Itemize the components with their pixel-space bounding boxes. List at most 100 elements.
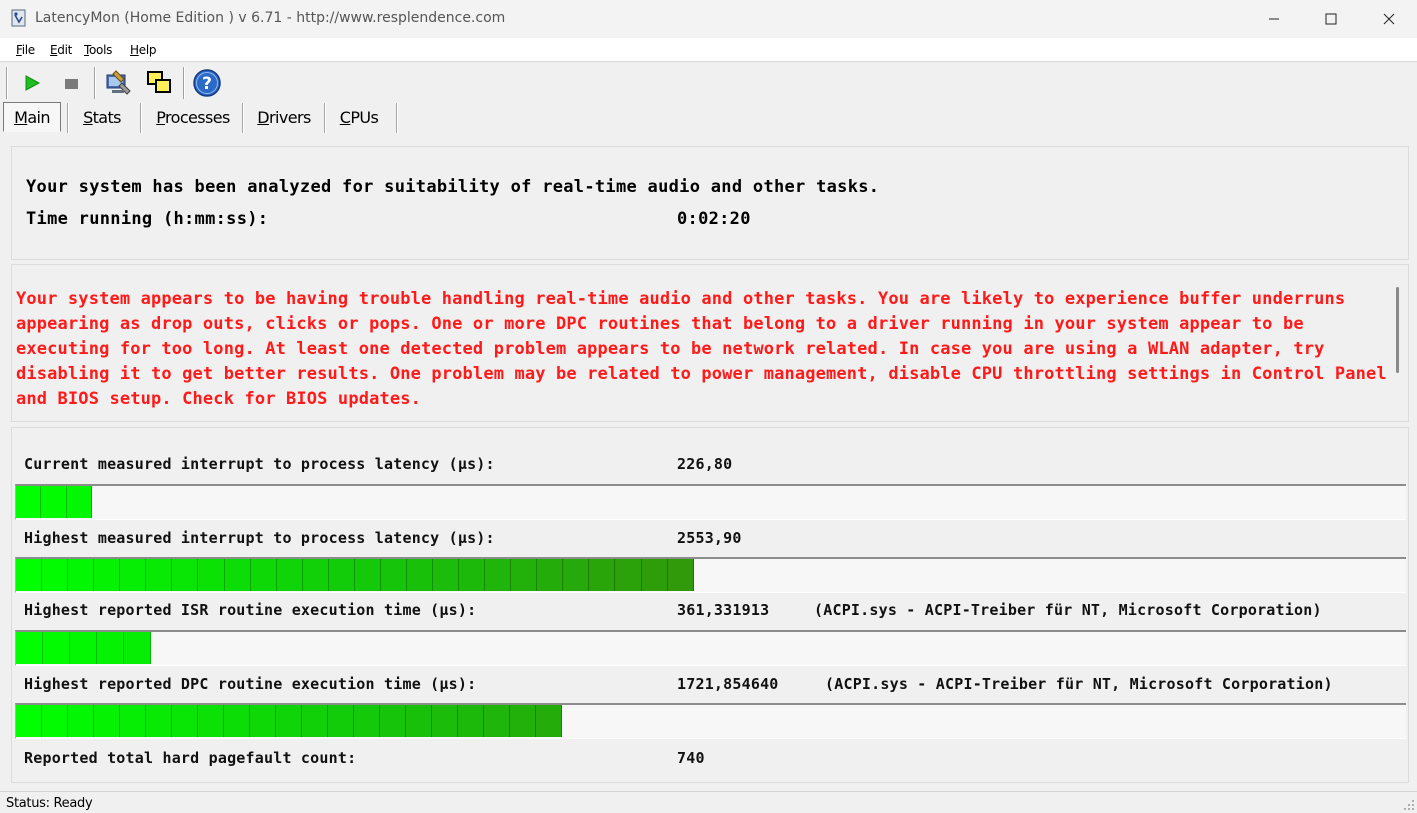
bar-segment: [484, 705, 510, 737]
toolbar-grip: [6, 67, 8, 99]
bar-segment: [511, 559, 538, 591]
tab-separator: [324, 103, 326, 133]
tab-processes-label: Processes: [156, 107, 230, 127]
highest-latency-value: 2553,90: [677, 529, 742, 547]
bar-segment: [302, 559, 329, 591]
bar-segment: [485, 559, 512, 591]
bar-segment: [198, 559, 225, 591]
dpc-time-label: Highest reported DPC routine execution t…: [24, 675, 477, 693]
settings-button[interactable]: [102, 67, 134, 99]
minimize-icon: [1269, 18, 1279, 20]
bar-segment: [302, 705, 328, 737]
current-latency-bar-fill: [16, 486, 92, 518]
analysis-status-text: Your system has been analyzed for suitab…: [26, 177, 880, 197]
dpc-time-bar-fill: [16, 705, 562, 737]
menu-file[interactable]: File: [16, 43, 35, 57]
tab-separator: [140, 103, 142, 133]
tab-separator: [396, 103, 398, 133]
bar-segment: [198, 705, 224, 737]
current-latency-value: 226,80: [677, 455, 733, 473]
bar-segment: [43, 632, 70, 664]
highest-latency-label: Highest measured interrupt to process la…: [24, 529, 495, 547]
maximize-icon: [1325, 13, 1337, 25]
bar-segment: [16, 486, 42, 518]
toolbar: ?: [0, 63, 1417, 101]
bar-segment: [380, 705, 406, 737]
minimize-button[interactable]: [1245, 0, 1303, 38]
bar-segment: [354, 559, 381, 591]
bar-segment: [16, 559, 43, 591]
bar-segment: [589, 559, 616, 591]
start-button[interactable]: [16, 67, 48, 99]
bar-segment: [41, 486, 67, 518]
pagefault-label: Reported total hard pagefault count:: [24, 749, 357, 767]
tab-main[interactable]: Main: [3, 102, 61, 132]
status-text: Status: Ready: [6, 796, 93, 811]
bar-segment: [70, 632, 97, 664]
isr-time-label: Highest reported ISR routine execution t…: [24, 601, 477, 619]
bar-segment: [432, 705, 458, 737]
tab-stats[interactable]: Stats: [72, 102, 132, 132]
bar-segment: [328, 559, 355, 591]
bar-segment: [172, 559, 199, 591]
close-button[interactable]: [1360, 0, 1417, 38]
bar-segment: [458, 705, 484, 737]
close-icon: [1383, 13, 1395, 25]
isr-time-value: 361,331913: [677, 601, 770, 619]
dpc-driver-text: (ACPI.sys - ACPI-Treiber für NT, Microso…: [825, 675, 1333, 693]
isr-time-bar: [15, 630, 1406, 666]
resize-grip-icon[interactable]: [1403, 799, 1415, 811]
stop-icon: [65, 79, 78, 89]
summary-panel: Your system has been analyzed for suitab…: [11, 146, 1409, 260]
tab-stats-label: Stats: [83, 107, 121, 127]
window-overlay-button[interactable]: [143, 67, 175, 99]
help-button[interactable]: ?: [191, 67, 223, 99]
bar-segment: [172, 705, 198, 737]
tab-processes[interactable]: Processes: [146, 102, 240, 132]
pagefault-value: 740: [677, 749, 705, 767]
highest-latency-bar: [15, 557, 1406, 593]
isr-driver-text: (ACPI.sys - ACPI-Treiber für NT, Microso…: [814, 601, 1322, 619]
toolbar-separator: [183, 67, 185, 99]
highest-latency-bar-fill: [16, 559, 694, 591]
menu-edit[interactable]: Edit: [50, 43, 72, 57]
bar-segment: [16, 705, 42, 737]
bar-segment: [97, 632, 124, 664]
status-bar: Status: Ready: [0, 791, 1417, 813]
menu-help[interactable]: Help: [130, 43, 156, 57]
conclusion-panel[interactable]: Your system appears to be having trouble…: [11, 264, 1409, 422]
tab-separator: [242, 103, 244, 133]
bar-segment: [276, 559, 303, 591]
title-bar: LatencyMon (Home Edition ) v 6.71 - http…: [0, 0, 1417, 38]
menu-bar: File Edit Tools Help: [0, 38, 1417, 62]
stop-button[interactable]: [55, 67, 87, 99]
tab-cpus-label: CPUs: [339, 107, 379, 127]
tab-drivers-label: Drivers: [257, 107, 311, 127]
bar-segment: [328, 705, 354, 737]
bar-segment: [68, 559, 95, 591]
monitor-settings-icon: [106, 70, 131, 95]
tab-cpus[interactable]: CPUs: [328, 102, 390, 132]
bar-segment: [537, 559, 564, 591]
current-latency-bar: [15, 484, 1406, 520]
bar-segment: [146, 705, 172, 737]
window-title: LatencyMon (Home Edition ) v 6.71 - http…: [35, 10, 506, 26]
bar-segment: [433, 559, 460, 591]
conclusion-text: Your system appears to be having trouble…: [16, 289, 1387, 409]
conclusion-scrollbar[interactable]: [1396, 287, 1399, 373]
tab-separator: [67, 103, 69, 133]
metrics-panel: Current measured interrupt to process la…: [11, 427, 1409, 783]
maximize-button[interactable]: [1302, 0, 1360, 38]
bar-segment: [459, 559, 486, 591]
bar-segment: [406, 559, 433, 591]
bar-segment: [380, 559, 407, 591]
current-latency-label: Current measured interrupt to process la…: [24, 455, 495, 473]
play-icon: [25, 75, 41, 91]
tab-drivers[interactable]: Drivers: [248, 102, 320, 132]
bar-segment: [667, 559, 694, 591]
menu-tools[interactable]: Tools: [84, 43, 112, 57]
bar-segment: [224, 559, 251, 591]
isr-time-bar-fill: [16, 632, 151, 664]
bar-segment: [68, 705, 94, 737]
bar-segment: [641, 559, 668, 591]
